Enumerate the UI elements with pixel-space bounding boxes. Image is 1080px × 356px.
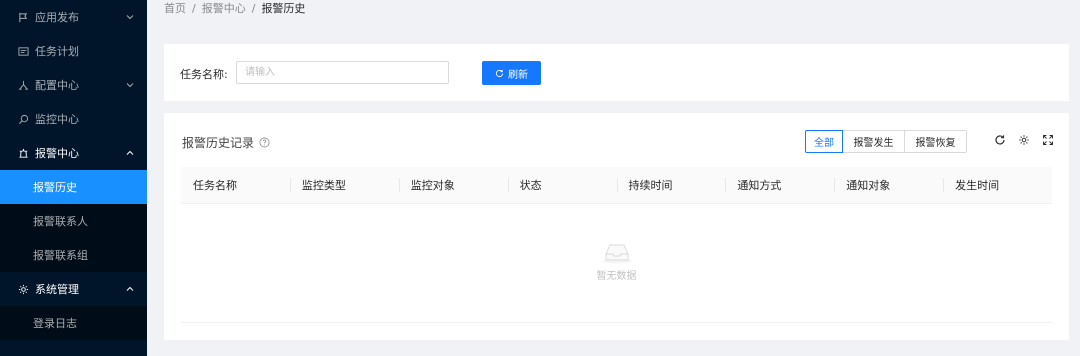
- breadcrumb-alert-center[interactable]: 报警中心: [202, 0, 246, 16]
- menu-label: 系统管理: [35, 283, 79, 296]
- reload-icon: [495, 69, 504, 78]
- menu-label: 报警中心: [35, 147, 79, 160]
- column-header: 发生时间: [943, 167, 1052, 203]
- chevron-up-icon: [125, 284, 135, 294]
- menu-app-release[interactable]: 应用发布: [0, 0, 147, 34]
- menu-system-management[interactable]: 系统管理: [0, 272, 147, 306]
- breadcrumb: 首页 / 报警中心 / 报警历史: [164, 0, 306, 16]
- table-toolbar: [993, 133, 1054, 146]
- column-header: 监控对象: [399, 167, 508, 203]
- refresh-label: 刷新: [508, 69, 528, 81]
- empty-text: 暂无数据: [596, 271, 637, 282]
- alert-submenu: 报警历史 报警联系人 报警联系组: [0, 170, 147, 272]
- submenu-login-log[interactable]: 登录日志: [0, 306, 147, 340]
- empty-inbox-icon: [601, 244, 632, 264]
- reload-icon[interactable]: [993, 133, 1006, 146]
- breadcrumb-home[interactable]: 首页: [164, 0, 186, 16]
- submenu-alert-contacts[interactable]: 报警联系人: [0, 204, 147, 238]
- column-header: 监控类型: [290, 167, 399, 203]
- menu-label: 报警联系人: [33, 215, 88, 228]
- filter-all-button[interactable]: 全部: [805, 130, 843, 153]
- submenu-alert-history[interactable]: 报警历史: [0, 170, 147, 204]
- alert-icon: [17, 147, 29, 159]
- question-circle-icon[interactable]: [259, 137, 270, 148]
- status-filter-group: 全部 报警发生 报警恢复: [805, 130, 967, 153]
- menu-config-center[interactable]: 配置中心: [0, 68, 147, 102]
- gear-icon[interactable]: [1017, 133, 1030, 146]
- table-empty-state: 暂无数据: [181, 205, 1052, 323]
- schedule-icon: [17, 45, 29, 57]
- gear-icon: [17, 283, 29, 295]
- search-icon: [17, 113, 29, 125]
- task-name-input[interactable]: [236, 61, 449, 84]
- column-header: 任务名称: [193, 179, 237, 192]
- filter-alert-recover-button[interactable]: 报警恢复: [904, 130, 967, 153]
- filter-alert-occur-button[interactable]: 报警发生: [842, 130, 905, 153]
- menu-monitor-center[interactable]: 监控中心: [0, 102, 147, 136]
- main-content: 首页 / 报警中心 / 报警历史 任务名称: 刷新 报警历史记录 全部 报警发生…: [147, 0, 1080, 356]
- cluster-icon: [17, 79, 29, 91]
- menu-label: 登录日志: [33, 317, 77, 330]
- column-header: 通知对象: [834, 167, 943, 203]
- submenu-alert-groups[interactable]: 报警联系组: [0, 238, 147, 272]
- menu-label: 监控中心: [35, 113, 79, 126]
- column-header: 状态: [508, 167, 617, 203]
- menu-label: 应用发布: [35, 11, 79, 24]
- menu-alert-center[interactable]: 报警中心: [0, 136, 147, 170]
- table-title-text: 报警历史记录: [182, 136, 255, 150]
- table-title: 报警历史记录: [182, 134, 270, 151]
- alert-history-table-card: 报警历史记录 全部 报警发生 报警恢复 任务名称 监控类型 监控对象 状态 持续…: [164, 113, 1069, 340]
- menu-label: 任务计划: [35, 45, 79, 58]
- task-name-label: 任务名称:: [180, 68, 228, 81]
- breadcrumb-separator: /: [192, 1, 196, 15]
- chevron-down-icon: [125, 12, 135, 22]
- menu-label: 报警联系组: [33, 249, 88, 262]
- chevron-down-icon: [125, 80, 135, 90]
- menu-task-plan[interactable]: 任务计划: [0, 34, 147, 68]
- column-header: 持续时间: [617, 167, 726, 203]
- flag-icon: [17, 11, 29, 23]
- search-card: 任务名称: 刷新: [164, 44, 1069, 101]
- sidebar: 应用发布 任务计划 配置中心 监控中心 报警中心 报警历史 报警联系人 报警联系…: [0, 0, 147, 356]
- fullscreen-icon[interactable]: [1041, 133, 1054, 146]
- menu-label: 报警历史: [33, 181, 77, 194]
- chevron-up-icon: [125, 148, 135, 158]
- table-header: 任务名称 监控类型 监控对象 状态 持续时间 通知方式 通知对象 发生时间: [181, 167, 1052, 204]
- breadcrumb-current: 报警历史: [261, 2, 306, 15]
- system-submenu: 登录日志: [0, 306, 147, 340]
- breadcrumb-separator: /: [251, 1, 256, 15]
- column-header: 通知方式: [725, 167, 834, 203]
- refresh-button[interactable]: 刷新: [482, 61, 541, 85]
- menu-label: 配置中心: [35, 79, 79, 92]
